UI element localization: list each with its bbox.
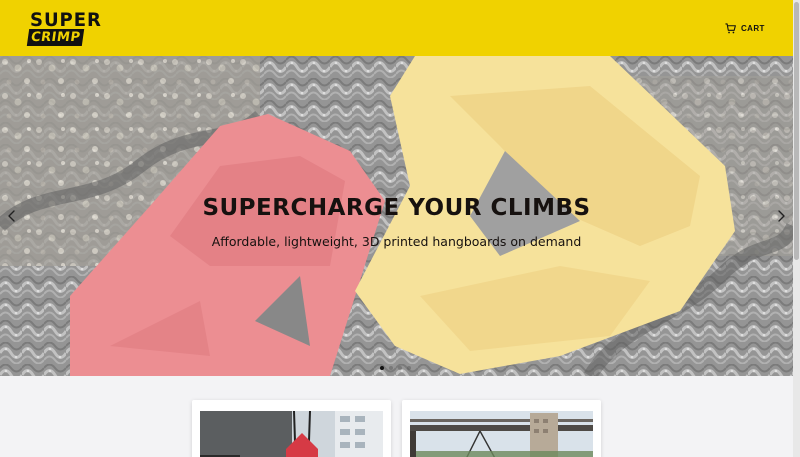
page-scrollbar[interactable] [793, 0, 800, 457]
hanging-hangboard-photo [410, 411, 593, 457]
chevron-left-icon[interactable] [5, 208, 19, 224]
hero-carousel: SUPERCHARGE YOUR CLIMBS Affordable, ligh… [0, 56, 793, 376]
logo-text-top: SUPER [30, 9, 102, 31]
carousel-dot-1[interactable] [380, 366, 384, 370]
cart-label: CART [741, 24, 765, 33]
carousel-dot-2[interactable] [389, 366, 393, 370]
super-crimp-logo[interactable]: SUPER CRIMP [26, 9, 102, 46]
hero-subtitle: Affordable, lightweight, 3D printed hang… [211, 234, 582, 249]
carousel-indicators [380, 366, 411, 370]
product-card-1[interactable] [192, 400, 391, 457]
scrollbar-thumb[interactable] [794, 2, 799, 260]
site-header: SUPER CRIMP CART [0, 0, 793, 56]
cart-icon [725, 23, 736, 34]
hero-title: SUPERCHARGE YOUR CLIMBS [202, 195, 591, 221]
logo-text-bottom: CRIMP [26, 29, 85, 46]
red-hangboard-photo [200, 411, 383, 457]
chevron-right-icon[interactable] [774, 208, 788, 224]
product-card-2[interactable] [402, 400, 601, 457]
carousel-dot-4[interactable] [407, 366, 411, 370]
cart-link[interactable]: CART [725, 22, 765, 35]
carousel-dot-3[interactable] [398, 366, 402, 370]
